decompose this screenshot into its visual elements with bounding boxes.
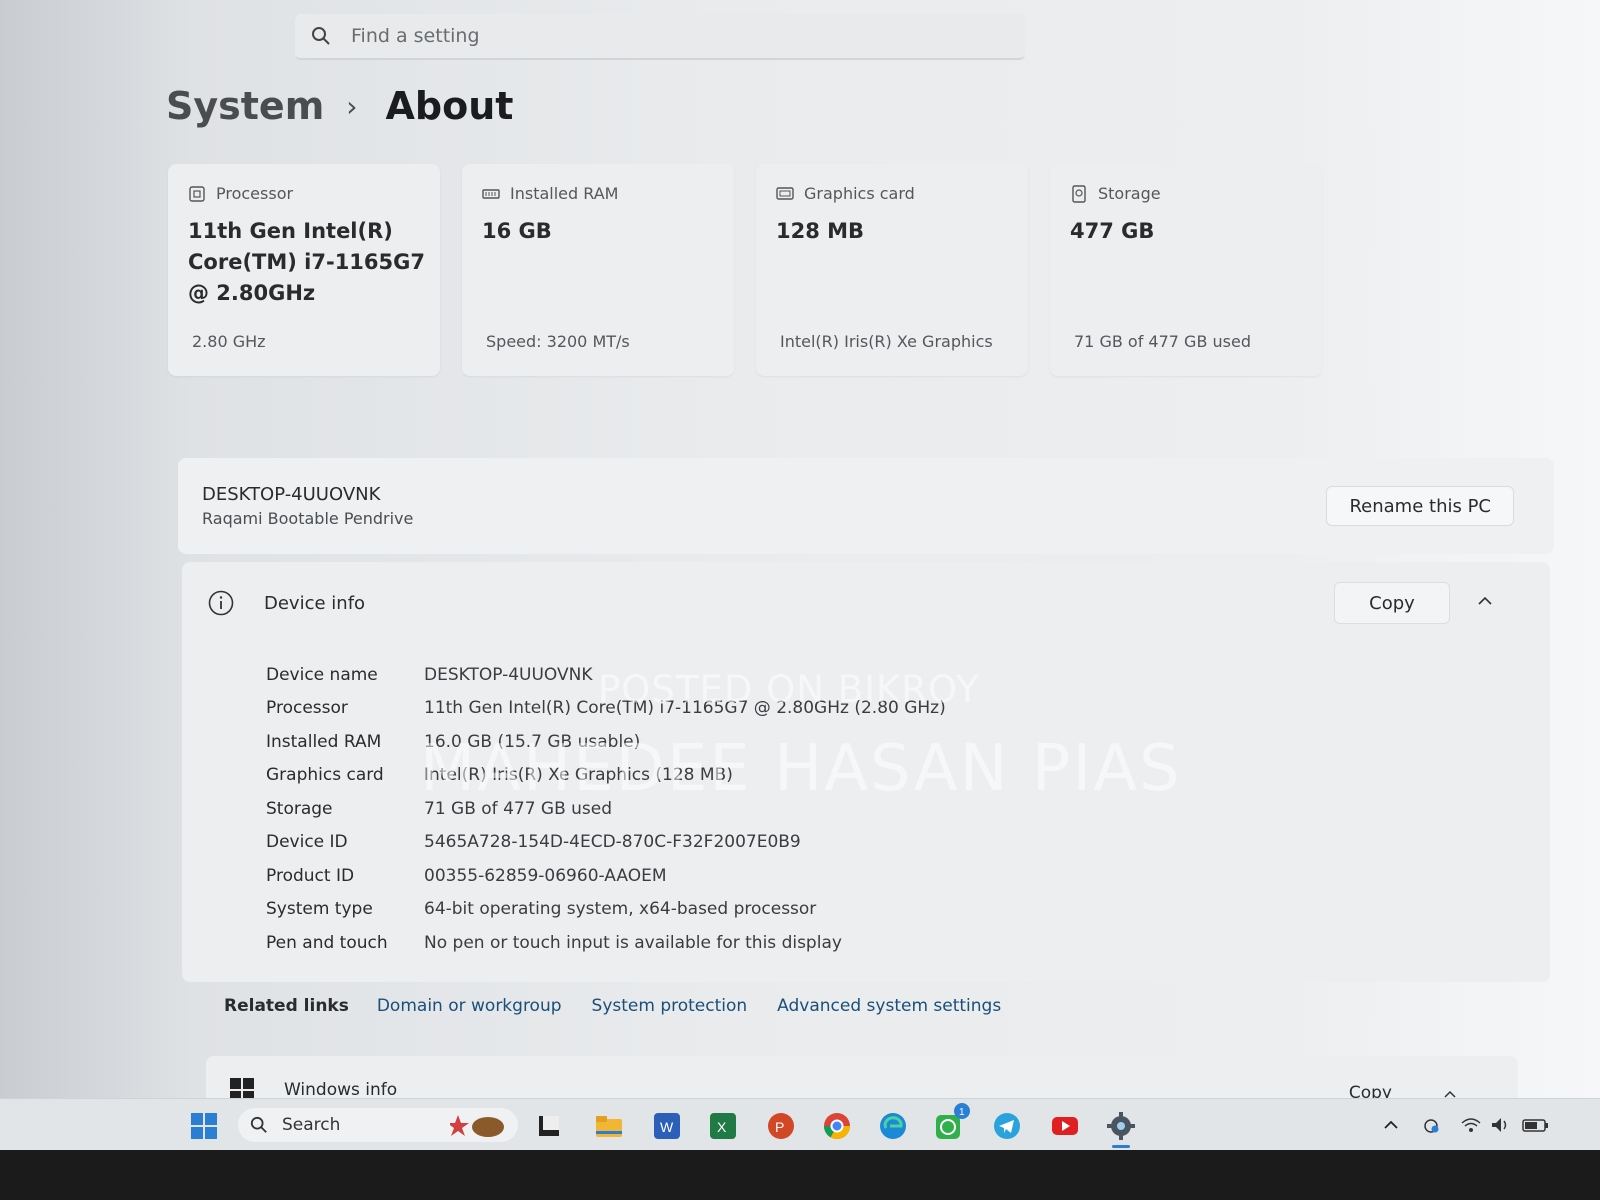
spec-label: Product ID <box>266 865 355 886</box>
settings-search-box[interactable] <box>295 14 1025 60</box>
widgets-icon[interactable] <box>450 1111 510 1141</box>
spec-label: Pen and touch <box>266 932 388 953</box>
pc-description: Raqami Bootable Pendrive <box>202 509 414 528</box>
storage-icon <box>1072 184 1086 203</box>
ram-icon <box>482 188 500 199</box>
spec-row: Storage 71 GB of 477 GB used <box>266 792 946 826</box>
spec-row: Pen and touch No pen or touch input is av… <box>266 926 946 960</box>
edge-icon[interactable] <box>878 1111 908 1141</box>
spec-label: Processor <box>266 698 348 719</box>
processor-icon <box>189 185 205 202</box>
spec-label: Graphics card <box>266 765 384 786</box>
card-sub: 2.80 GHz <box>192 332 266 351</box>
active-app-indicator <box>1112 1145 1130 1148</box>
card-sub: Speed: 3200 MT/s <box>486 332 630 351</box>
svg-text:W: W <box>660 1119 674 1135</box>
card-label: Installed RAM <box>510 184 619 203</box>
taskbar-search-label: Search <box>282 1115 341 1135</box>
card-sub: Intel(R) Iris(R) Xe Graphics <box>780 332 993 351</box>
spec-row: Product ID 00355-62859-06960-AAOEM <box>266 859 946 893</box>
chrome-icon[interactable] <box>822 1111 852 1141</box>
chevron-up-icon[interactable] <box>1476 592 1494 610</box>
breadcrumb-separator: › <box>346 89 358 123</box>
powerpoint-icon[interactable]: P <box>766 1111 796 1141</box>
notification-count: 1 <box>959 1107 965 1118</box>
card-label: Storage <box>1098 184 1161 203</box>
device-info-title: Device info <box>264 592 366 614</box>
card-value: 11th Gen Intel(R) Core(TM) i7-1165G7 @ 2… <box>188 219 425 305</box>
spec-row: Graphics card Intel(R) Iris(R) Xe Graphic… <box>266 759 946 793</box>
card-label: Processor <box>216 184 294 203</box>
processor-card: Processor 11th Gen Intel(R) Core(TM) i7-… <box>168 164 440 376</box>
card-label: Graphics card <box>804 184 915 203</box>
spec-row: System type 64-bit operating system, x64-… <box>266 893 946 927</box>
telegram-icon[interactable] <box>992 1111 1022 1141</box>
settings-window: System › About Processor 11th Gen Intel(… <box>0 0 1600 1151</box>
spec-value: DESKTOP-4UUOVNK <box>424 664 593 685</box>
related-links: Related links Domain or workgroup System… <box>224 996 1031 1016</box>
youtube-icon[interactable] <box>1050 1111 1080 1141</box>
settings-gear-icon[interactable] <box>1106 1111 1136 1141</box>
graphics-card-icon <box>776 186 794 200</box>
link-advanced-system-settings[interactable]: Advanced system settings <box>777 996 1001 1016</box>
device-info-header[interactable]: Device info <box>208 590 365 616</box>
battery-icon[interactable] <box>1522 1115 1550 1135</box>
link-domain-or-workgroup[interactable]: Domain or workgroup <box>377 996 562 1016</box>
breadcrumb: System › About <box>166 84 513 128</box>
spec-value: 5465A728-154D-4ECD-870C-F32F2007E0B9 <box>424 832 801 853</box>
breadcrumb-system[interactable]: System <box>166 84 324 128</box>
card-value: 16 GB <box>482 219 552 243</box>
word-icon[interactable]: W <box>652 1111 682 1141</box>
spec-value: No pen or touch input is available for t… <box>424 932 842 953</box>
spec-label: System type <box>266 899 373 920</box>
spec-label: Device ID <box>266 832 348 853</box>
storage-card: Storage 477 GB 71 GB of 477 GB used <box>1050 164 1322 376</box>
spec-row: Device ID 5465A728-154D-4ECD-870C-F32F200… <box>266 826 946 860</box>
taskbar: Search W X P 1 <box>0 1098 1600 1151</box>
notification-badge: 1 <box>954 1103 970 1119</box>
info-icon <box>208 590 234 616</box>
excel-icon[interactable]: X <box>708 1111 738 1141</box>
card-sub: 71 GB of 477 GB used <box>1074 332 1251 351</box>
spec-label: Storage <box>266 798 333 819</box>
spec-label: Installed RAM <box>266 731 382 752</box>
related-links-title: Related links <box>224 996 349 1016</box>
spec-value: 00355-62859-06960-AAOEM <box>424 865 667 886</box>
pc-name-panel: DESKTOP-4UUOVNK Raqami Bootable Pendrive… <box>178 458 1554 554</box>
ram-card: Installed RAM 16 GB Speed: 3200 MT/s <box>462 164 734 376</box>
spec-row: Installed RAM 16.0 GB (15.7 GB usable) <box>266 725 946 759</box>
spec-row: Processor 11th Gen Intel(R) Core(TM) i7-1… <box>266 692 946 726</box>
folder-icon[interactable] <box>594 1111 624 1141</box>
device-spec-table: Device name DESKTOP-4UUOVNK Processor 11th… <box>266 658 946 960</box>
search-input[interactable] <box>349 24 953 48</box>
spec-value: Intel(R) Iris(R) Xe Graphics (128 MB) <box>424 765 733 786</box>
spec-value: 11th Gen Intel(R) Core(TM) i7-1165G7 @ 2… <box>424 698 946 719</box>
graphics-card-card: Graphics card 128 MB Intel(R) Iris(R) Xe… <box>756 164 1028 376</box>
start-button[interactable] <box>190 1112 218 1140</box>
spec-value: 64-bit operating system, x64-based proce… <box>424 899 817 920</box>
windows-info-title[interactable]: Windows info <box>284 1080 397 1100</box>
cloud-icon[interactable] <box>1420 1115 1442 1135</box>
device-info-panel: Device info Copy Device name DESKTOP-4UUO… <box>182 562 1550 982</box>
svg-text:P: P <box>775 1119 784 1135</box>
screen-bezel <box>0 1150 1600 1200</box>
volume-icon[interactable] <box>1490 1115 1512 1135</box>
chevron-up-icon[interactable] <box>1380 1115 1402 1135</box>
file-manager-icon[interactable] <box>534 1111 564 1141</box>
card-value: 128 MB <box>776 219 865 243</box>
search-icon <box>250 1116 267 1133</box>
page-title: About <box>385 84 514 128</box>
spec-row: Device name DESKTOP-4UUOVNK <box>266 658 946 692</box>
pc-name: DESKTOP-4UUOVNK <box>202 484 381 505</box>
card-value: 477 GB <box>1070 219 1155 243</box>
search-icon <box>311 26 331 46</box>
spec-value: 16.0 GB (15.7 GB usable) <box>424 731 641 752</box>
svg-text:X: X <box>717 1119 727 1135</box>
spec-value: 71 GB of 477 GB used <box>424 798 613 819</box>
spec-label: Device name <box>266 664 378 685</box>
copy-device-info-button[interactable]: Copy <box>1334 582 1450 624</box>
wifi-icon[interactable] <box>1460 1115 1482 1135</box>
link-system-protection[interactable]: System protection <box>592 996 748 1016</box>
rename-pc-button[interactable]: Rename this PC <box>1326 486 1514 526</box>
